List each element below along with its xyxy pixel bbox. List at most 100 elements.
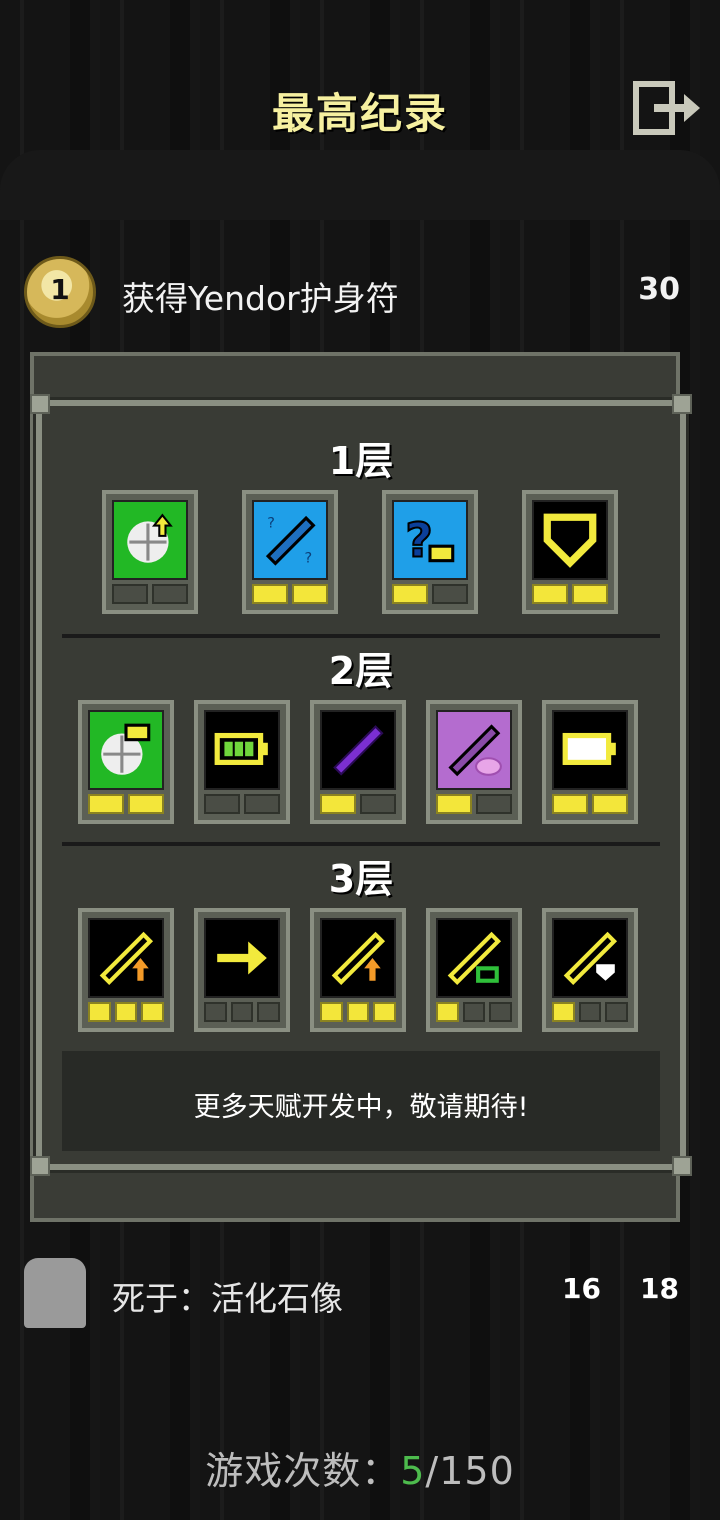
battery-empty-icon: [552, 710, 628, 790]
point-filled: [552, 794, 588, 814]
level-badge: 18: [640, 1272, 679, 1305]
point-empty: [112, 584, 148, 604]
point-filled: [592, 794, 628, 814]
talent-points: [204, 794, 280, 814]
talent-slot[interactable]: [194, 908, 290, 1032]
point-filled: [436, 794, 472, 814]
talent-slot[interactable]: [102, 490, 198, 614]
wand-orange-up-icon: [320, 918, 396, 998]
point-empty: [152, 584, 188, 604]
talent-slot[interactable]: ?: [382, 490, 478, 614]
talent-slot[interactable]: [78, 908, 174, 1032]
games-current: 5: [400, 1449, 426, 1493]
record-score: 30: [638, 272, 680, 307]
wand-green-battery-icon: [436, 918, 512, 998]
death-entry[interactable]: 死于：活化石像 16 18: [0, 1250, 720, 1340]
talent-slot[interactable]: [426, 700, 522, 824]
point-empty: [204, 794, 240, 814]
point-filled: [320, 794, 356, 814]
point-filled: [128, 794, 164, 814]
footer-bar: 更多天赋开发中，敬请期待!: [62, 1051, 660, 1151]
point-filled: [373, 1002, 397, 1022]
point-filled: [392, 584, 428, 604]
corner-rivet-icon: [672, 1156, 692, 1176]
svg-text:?: ?: [304, 551, 312, 567]
talent-points: [552, 794, 628, 814]
point-filled: [552, 1002, 575, 1022]
talent-points: [88, 1002, 165, 1022]
games-total: /150: [425, 1449, 515, 1493]
point-empty: [257, 1002, 281, 1022]
point-filled: [572, 584, 608, 604]
wand-shield-icon: [552, 918, 628, 998]
amulet-medal-icon: 1: [24, 256, 96, 328]
point-filled: [252, 584, 288, 604]
point-filled: [292, 584, 328, 604]
point-filled: [114, 1002, 138, 1022]
talent-slot[interactable]: ??: [242, 490, 338, 614]
talent-slot[interactable]: [78, 700, 174, 824]
tombstone-icon: [24, 1258, 86, 1328]
talent-points: [436, 794, 512, 814]
talent-slot[interactable]: [542, 700, 638, 824]
divider: [62, 634, 660, 638]
purple-wand-icon: [320, 710, 396, 790]
wand-orange-up-icon: [88, 918, 164, 998]
record-entry[interactable]: 1 获得Yendor护身符 30: [0, 250, 720, 340]
point-filled: [346, 1002, 370, 1022]
point-empty: [462, 1002, 486, 1022]
talent-points: [204, 1002, 281, 1022]
talents-dialog: 1层 ??? 2层 3层 更多天赋开发中，敬请期待!: [30, 394, 692, 1176]
point-filled: [88, 794, 124, 814]
point-filled: [436, 1002, 459, 1022]
record-description: 获得Yendor护身符: [122, 279, 399, 318]
games-count: 游戏次数：5/150: [0, 1440, 720, 1495]
point-empty: [204, 1002, 227, 1022]
talent-points: [252, 584, 328, 604]
food-upgrade-icon: [112, 500, 188, 580]
point-filled: [320, 1002, 343, 1022]
battery-full-icon: [204, 710, 280, 790]
tier-3-title: 3层: [328, 857, 394, 901]
unknown-item-icon: ?: [392, 500, 468, 580]
talent-points: [88, 794, 164, 814]
corner-rivet-icon: [30, 394, 50, 414]
death-cause: 死于：活化石像: [112, 1279, 343, 1318]
talent-points: [532, 584, 608, 604]
tier-2-title: 2层: [328, 649, 394, 693]
point-filled: [532, 584, 568, 604]
point-empty: [360, 794, 396, 814]
depth-badge: 16: [562, 1272, 601, 1305]
talent-points: [436, 1002, 513, 1022]
point-empty: [578, 1002, 602, 1022]
background-arch: [0, 150, 720, 220]
point-empty: [230, 1002, 254, 1022]
talent-slot[interactable]: [522, 490, 618, 614]
tier-1-title: 1层: [328, 439, 394, 483]
point-empty: [605, 1002, 629, 1022]
svg-text:?: ?: [267, 516, 275, 532]
talent-slot[interactable]: [194, 700, 290, 824]
talent-points: [112, 584, 188, 604]
corner-rivet-icon: [672, 394, 692, 414]
talent-points: [392, 584, 468, 604]
exit-icon[interactable]: [632, 80, 704, 136]
talent-slot[interactable]: [542, 908, 638, 1032]
talent-points: [552, 1002, 629, 1022]
talent-slot[interactable]: [310, 700, 406, 824]
talent-slot[interactable]: [310, 908, 406, 1032]
arrow-right-icon: [204, 918, 280, 998]
games-label: 游戏次数：: [205, 1449, 401, 1493]
footer-message: 更多天赋开发中，敬请期待!: [193, 1092, 529, 1123]
medal-rank: 1: [50, 273, 70, 306]
talent-points: [320, 1002, 397, 1022]
corner-rivet-icon: [30, 1156, 50, 1176]
talent-slot[interactable]: [426, 908, 522, 1032]
point-empty: [476, 794, 512, 814]
point-filled: [88, 1002, 111, 1022]
armor-shield-icon: [532, 500, 608, 580]
page-title: 最高纪录: [271, 89, 448, 138]
divider: [62, 842, 660, 846]
food-charge-icon: [88, 710, 164, 790]
point-empty: [489, 1002, 513, 1022]
